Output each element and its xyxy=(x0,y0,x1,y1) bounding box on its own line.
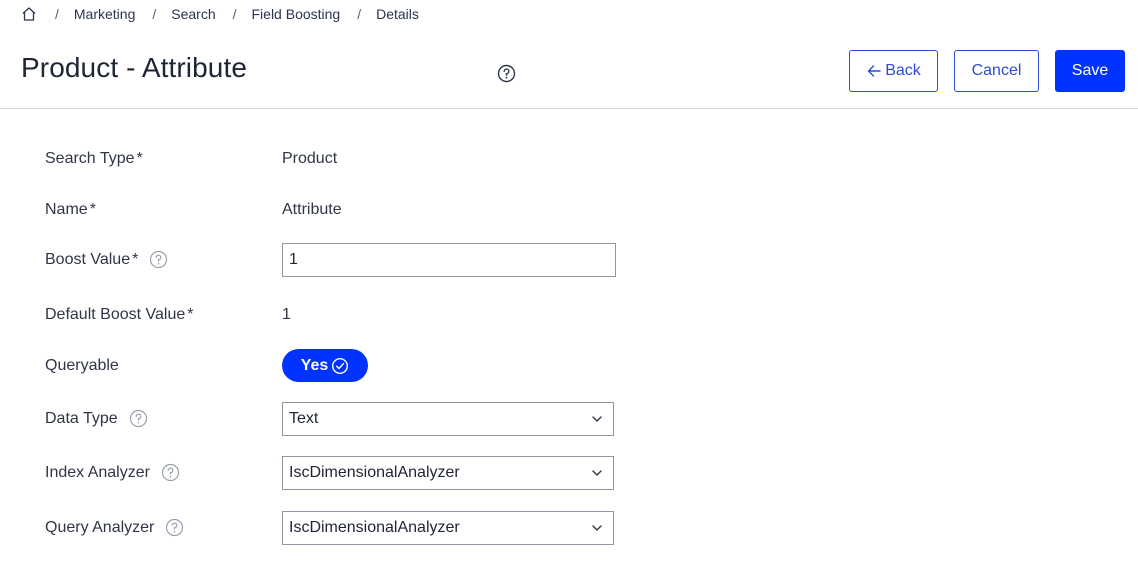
help-icon[interactable] xyxy=(165,518,184,537)
data-type-label-text: Data Type xyxy=(45,409,118,427)
breadcrumb-separator: / xyxy=(55,6,59,22)
query-analyzer-label-text: Query Analyzer xyxy=(45,518,155,536)
breadcrumb-marketing[interactable]: Marketing xyxy=(74,6,135,22)
breadcrumb-separator: / xyxy=(232,6,237,22)
index-analyzer-select[interactable]: IscDimensionalAnalyzer xyxy=(282,456,614,490)
name-label: Name * xyxy=(45,201,96,219)
cancel-button[interactable]: Cancel xyxy=(954,50,1039,92)
index-analyzer-label: Index Analyzer xyxy=(45,463,180,482)
queryable-toggle[interactable]: Yes xyxy=(282,349,368,382)
arrow-left-icon xyxy=(866,64,882,78)
breadcrumb-field-boosting[interactable]: Field Boosting xyxy=(252,6,341,22)
search-type-label-text: Search Type xyxy=(45,150,135,167)
queryable-label: Queryable xyxy=(45,357,119,375)
help-icon[interactable] xyxy=(161,463,180,482)
required-marker: * xyxy=(89,201,96,218)
help-icon[interactable] xyxy=(497,64,516,83)
search-type-label: Search Type * xyxy=(45,150,143,168)
query-analyzer-selected: IscDimensionalAnalyzer xyxy=(289,519,460,536)
breadcrumb-search[interactable]: Search xyxy=(171,6,215,22)
back-button-label: Back xyxy=(885,62,921,79)
required-marker: * xyxy=(187,306,194,323)
search-type-value: Product xyxy=(282,150,338,167)
required-marker: * xyxy=(136,150,143,167)
data-type-label: Data Type xyxy=(45,409,148,428)
queryable-toggle-label: Yes xyxy=(300,356,329,374)
breadcrumb-separator: / xyxy=(357,6,362,22)
index-analyzer-label-text: Index Analyzer xyxy=(45,463,150,481)
check-circle-icon xyxy=(331,357,349,375)
header-divider xyxy=(0,108,1138,109)
chevron-down-icon xyxy=(591,524,603,532)
help-icon[interactable] xyxy=(149,250,168,269)
chevron-down-icon xyxy=(591,415,603,423)
chevron-down-icon xyxy=(591,469,603,477)
home-icon[interactable] xyxy=(20,5,38,23)
required-marker: * xyxy=(132,250,139,268)
back-button[interactable]: Back xyxy=(849,50,938,92)
default-boost-value-label: Default Boost Value * xyxy=(45,306,193,324)
boost-value-label: Boost Value * xyxy=(45,250,168,269)
data-type-select[interactable]: Text xyxy=(282,402,614,436)
breadcrumb-details[interactable]: Details xyxy=(376,6,419,22)
data-type-selected: Text xyxy=(289,410,319,427)
help-icon[interactable] xyxy=(129,409,148,428)
index-analyzer-selected: IscDimensionalAnalyzer xyxy=(289,464,460,481)
queryable-label-text: Queryable xyxy=(45,357,119,374)
name-value: Attribute xyxy=(282,201,342,218)
boost-value-input[interactable]: 1 xyxy=(282,243,616,277)
breadcrumb-separator: / xyxy=(152,6,157,22)
name-label-text: Name xyxy=(45,201,88,218)
boost-value-label-text: Boost Value xyxy=(45,250,131,268)
query-analyzer-select[interactable]: IscDimensionalAnalyzer xyxy=(282,511,614,545)
page-title: Product - Attribute xyxy=(21,52,248,83)
save-button[interactable]: Save xyxy=(1055,50,1125,92)
default-boost-value: 1 xyxy=(282,306,291,323)
query-analyzer-label: Query Analyzer xyxy=(45,518,184,537)
breadcrumb: / Marketing / Search / Field Boosting / … xyxy=(20,4,419,24)
default-boost-value-label-text: Default Boost Value xyxy=(45,306,186,323)
